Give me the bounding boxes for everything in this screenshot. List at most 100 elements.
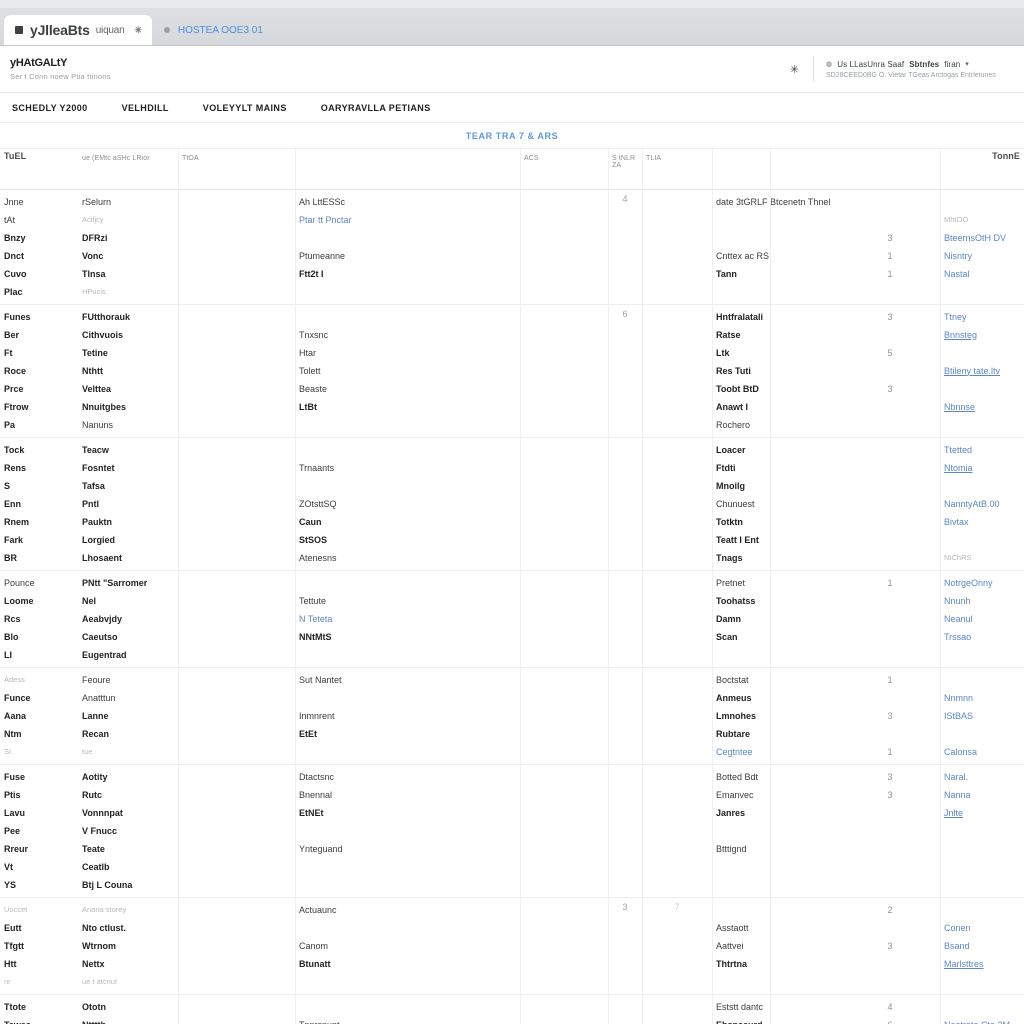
cell-line: Ntm [4, 728, 22, 739]
col-header-ttoa[interactable]: TtOA [178, 149, 295, 190]
cell-line[interactable]: Ttetted [944, 442, 1020, 458]
tab-voleyylt-mains[interactable]: VOLEYYLT MAINS [203, 103, 287, 113]
cell-count: 3 1 1 [840, 189, 940, 305]
cell-count: 1 [887, 268, 893, 279]
cell-links: Neetrate Cta.3MNsttnBAttnna [940, 994, 1024, 1024]
cell-line[interactable]: Ptar tt Pnctar [299, 212, 516, 228]
cell-line: V Fnucc [82, 825, 118, 836]
cell-line[interactable]: Bivtax [944, 514, 1020, 530]
col-header-blank-2[interactable] [712, 149, 840, 190]
cell-stnlr [608, 764, 642, 898]
col-header-blank-3[interactable] [840, 149, 940, 190]
cell-links: Ttetted Ntomia NanntyAtB.00 Bivtax NtChRS [940, 437, 1024, 571]
cell-line: Pauktn [82, 516, 113, 527]
cell-line: Totktn [716, 516, 743, 527]
cell-col2: OtotnNtttthSamEotv [82, 999, 174, 1024]
cell-line[interactable]: Nastal [944, 266, 1020, 282]
chevron-down-icon[interactable]: ▾ [965, 60, 969, 68]
col-header-tonne[interactable]: TonnE [940, 149, 1024, 190]
app-brand[interactable]: yHAtGALtY Ser t Conn noew Ptia ttinons [10, 57, 111, 81]
cell-line [944, 726, 1020, 742]
cell-line[interactable]: Trssao [944, 629, 1020, 645]
cell-detail: Tnxsnc Htar Tolett Beaste LtBt [295, 304, 520, 438]
cell-line[interactable]: Cegtntee [716, 744, 836, 760]
browser-tab-active[interactable]: yJlleaBts uiquan ✳ [4, 15, 152, 45]
gear-icon[interactable]: ✳ [790, 63, 799, 76]
cell-count: 33 [840, 764, 940, 898]
cell-line[interactable]: Neanul [944, 611, 1020, 627]
cell-line[interactable]: Bnnsteg [944, 327, 1020, 343]
col-header-tuel[interactable]: TuEL [0, 149, 78, 190]
cell-tuel: Uoccet Eutt Tfgtt Htt nr [0, 897, 78, 995]
table-row[interactable]: Jnne tAt Bnzy Dnct Cuvo Plac rSelurn Acifjcy DFR… [0, 189, 1024, 305]
cell-tlia [642, 667, 712, 765]
table-row[interactable]: Tock Rens S Enn Rnem Fark BR Teacw Fosntet Tafsa P… [0, 437, 1024, 571]
table-row[interactable]: Adess Funce Aana Ntm Sr. Feoure Anatttun Lanne R… [0, 667, 1024, 765]
cell-line[interactable]: Ttney [944, 309, 1020, 325]
col-header-tlia[interactable]: TLIA [642, 149, 712, 190]
cell-line[interactable]: N Teteta [299, 611, 516, 627]
tab-velhdill[interactable]: VELHDILL [122, 103, 169, 113]
cell-col9: 3 5 3 [844, 309, 936, 433]
tab-oaryravlla-petiens[interactable]: OARYRAVLLA PETIANS [321, 103, 431, 113]
cell-line[interactable]: Btileny tate.ltv [944, 363, 1020, 379]
cell-line[interactable]: IStBAS [944, 708, 1020, 724]
nav-tabs: SCHEDLY Y2000 VELHDILL VOLEYYLT MAINS OA… [0, 93, 1024, 123]
browser-chrome: yJlleaBts uiquan ✳ HOSTEA OOE3 01 [0, 0, 1024, 46]
col-header-acs[interactable]: ACS [520, 149, 608, 190]
cell-count [844, 629, 936, 645]
account-menu[interactable]: ◍ Us LLasUnra Saaf Sbtnfes firan ▾ SD28C… [814, 60, 1014, 79]
cell-line[interactable]: Nanna [944, 787, 1020, 803]
app-brand-subtitle: Ser t Conn noew Ptia ttinons [10, 72, 111, 81]
cell-line[interactable]: Nisntry [944, 248, 1020, 264]
cell-line: BR [4, 552, 17, 563]
cell-line[interactable]: Naral. [944, 769, 1020, 785]
table-row[interactable]: TtoteTewesBonnSorOtotnNtttthSamEotv Tnnr… [0, 994, 1024, 1024]
cell-col2: Teacw Fosntet Tafsa Pntl Pauktn Lorgied Lhosae… [82, 442, 174, 566]
cell-line[interactable]: Neetrate Cta.3M [944, 1017, 1020, 1024]
cell-line: S [4, 480, 11, 491]
col-header-blank-1[interactable] [295, 149, 520, 190]
cell-acs [520, 189, 608, 305]
cell-line: Anawt I [716, 401, 749, 412]
cell-links: Nnmnn IStBAS Calonsa [940, 667, 1024, 765]
cell-line[interactable]: BteernsOtH DV [944, 230, 1020, 246]
cell-name: rSelurn Acifjcy DFRzi Vonc Tlnsa HPucis [78, 189, 178, 305]
table-row[interactable]: Pounce Loome Rcs Blo LI PNtt "Sarromer Nel Aeab… [0, 570, 1024, 668]
cell-line[interactable]: Calonsa [944, 744, 1020, 760]
cell-line: Botted Bdt [716, 771, 759, 782]
table-row[interactable]: Funes Ber Ft Roce Prce Ftrow Pa FUtthorauk Cithv… [0, 304, 1024, 438]
browser-tab-inactive[interactable]: HOSTEA OOE3 01 [152, 15, 273, 45]
table-row[interactable]: Fuse Ptis Lavu Pee Rreur Vt YS Aotity Rutc Vonnnp… [0, 764, 1024, 898]
cell-name: OtotnNtttthSamEotv [78, 994, 178, 1024]
cell-line: Aeabvjdy [82, 613, 123, 624]
data-table-container: TuEL ue (EMtc aSHc LRior TtOA ACS S tNLR… [0, 149, 1024, 1024]
cell-line[interactable]: NotrgeOnny [944, 575, 1020, 591]
cell-ttoa [178, 764, 295, 898]
cell-tuel: Pounce Loome Rcs Blo LI [0, 570, 78, 668]
cell-line: Ptumeanne [299, 250, 346, 261]
cell-line[interactable]: NanntyAtB.00 [944, 496, 1020, 512]
close-icon[interactable]: ✳ [135, 25, 143, 36]
cell-line[interactable]: Nbnnse [944, 399, 1020, 415]
cell-name: Teacw Fosntet Tafsa Pntl Pauktn Lorgied Lhosae… [78, 437, 178, 571]
cell-line[interactable]: Bsand [944, 938, 1020, 954]
col-header-stnlr-za[interactable]: S tNLR ZA [608, 149, 642, 190]
cell-line: rSelurn [82, 196, 112, 207]
cell-line [299, 999, 516, 1015]
cell-line[interactable]: Conen [944, 920, 1020, 936]
cell-line[interactable]: Marlsttres [944, 956, 1020, 972]
cell-line[interactable]: Jnlte [944, 805, 1020, 821]
cell-line[interactable]: Nnmnn [944, 690, 1020, 706]
cell-line: Teatt I Ent [716, 534, 759, 545]
cell-col9 [844, 442, 936, 566]
cell-line[interactable]: Ntomia [944, 460, 1020, 476]
table-row[interactable]: Uoccet Eutt Tfgtt Htt nr Anana storey Nto ctlu… [0, 897, 1024, 995]
col-header-ue-emtc[interactable]: ue (EMtc aSHc LRior [78, 149, 178, 190]
cell-count [844, 460, 936, 476]
cell-line[interactable]: Nnunh [944, 593, 1020, 609]
tab-schedly[interactable]: SCHEDLY Y2000 [12, 103, 88, 113]
cell-line: Tann [716, 268, 737, 279]
cell-name: PNtt "Sarromer Nel Aeabvjdy Caeutso Eugentra… [78, 570, 178, 668]
cell-line: Dtactsnc [299, 771, 335, 782]
